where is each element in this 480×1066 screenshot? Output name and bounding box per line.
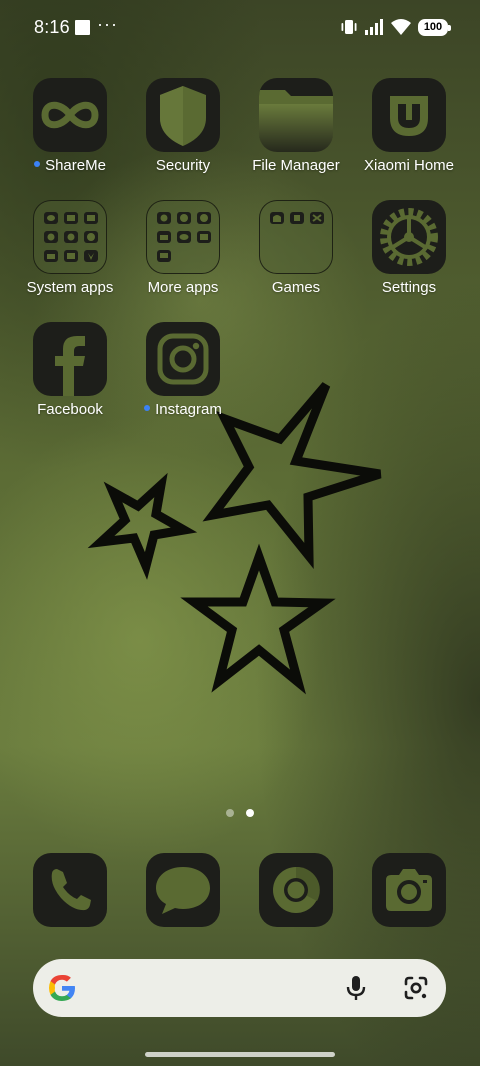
instagram-icon: [146, 322, 220, 396]
dock-camera[interactable]: [352, 853, 466, 927]
app-label: Instagram: [155, 401, 222, 418]
signal-icon: [365, 19, 383, 35]
app-facebook[interactable]: Facebook: [13, 322, 127, 432]
camera-icon: [372, 853, 446, 927]
gesture-navigation-handle[interactable]: [145, 1052, 335, 1057]
vibrate-icon: [341, 20, 357, 34]
folder-more-apps[interactable]: More apps: [126, 200, 240, 310]
dock-phone[interactable]: [13, 853, 127, 927]
page-dot-1[interactable]: [226, 809, 234, 817]
status-icons: 100: [340, 18, 451, 36]
folder-games[interactable]: Games: [239, 200, 353, 310]
google-search-bar[interactable]: [33, 959, 446, 1017]
folder-system-apps[interactable]: System apps: [13, 200, 127, 310]
folder-icon: [259, 200, 333, 274]
microphone-icon[interactable]: [343, 974, 369, 1002]
messages-icon: [146, 853, 220, 927]
app-label: Xiaomi Home: [363, 157, 455, 174]
new-badge-dot: [34, 161, 41, 168]
folder-icon: [33, 200, 107, 274]
facebook-icon: [33, 322, 107, 396]
mi-home-icon: [372, 78, 446, 152]
status-bar: 8:16 ··· 100: [0, 0, 480, 58]
app-xiaomi-home[interactable]: Xiaomi Home: [352, 78, 466, 188]
app-label: Settings: [381, 279, 437, 296]
app-instagram[interactable]: Instagram: [126, 322, 240, 432]
more-notifications-icon: ···: [97, 14, 118, 34]
google-lens-icon[interactable]: [403, 975, 429, 1001]
browser-icon: [259, 853, 333, 927]
dock-messages[interactable]: [126, 853, 240, 927]
dock-browser[interactable]: [239, 853, 353, 927]
battery-level: 100: [423, 21, 443, 33]
app-label: ShareMe: [45, 157, 106, 174]
app-shareme[interactable]: ShareMe: [13, 78, 127, 188]
status-time: 8:16: [34, 17, 70, 37]
phone-icon: [33, 853, 107, 927]
folder-icon: [259, 78, 333, 152]
app-security[interactable]: Security: [126, 78, 240, 188]
wifi-icon: [391, 19, 411, 35]
bottom-star: [180, 543, 336, 695]
battery-icon: 100: [418, 18, 451, 36]
page-indicator[interactable]: [0, 809, 480, 819]
app-settings[interactable]: Settings: [352, 200, 466, 310]
page-dot-2-active[interactable]: [246, 809, 254, 817]
new-badge-dot: [144, 405, 151, 412]
shield-icon: [146, 78, 220, 152]
folder-icon: [146, 200, 220, 274]
google-logo-icon: [49, 974, 75, 1001]
notification-square-icon: [75, 20, 90, 35]
gear-icon: [372, 200, 446, 274]
shareme-icon: [33, 78, 107, 152]
app-file-manager[interactable]: File Manager: [239, 78, 353, 188]
small-star: [87, 472, 198, 580]
